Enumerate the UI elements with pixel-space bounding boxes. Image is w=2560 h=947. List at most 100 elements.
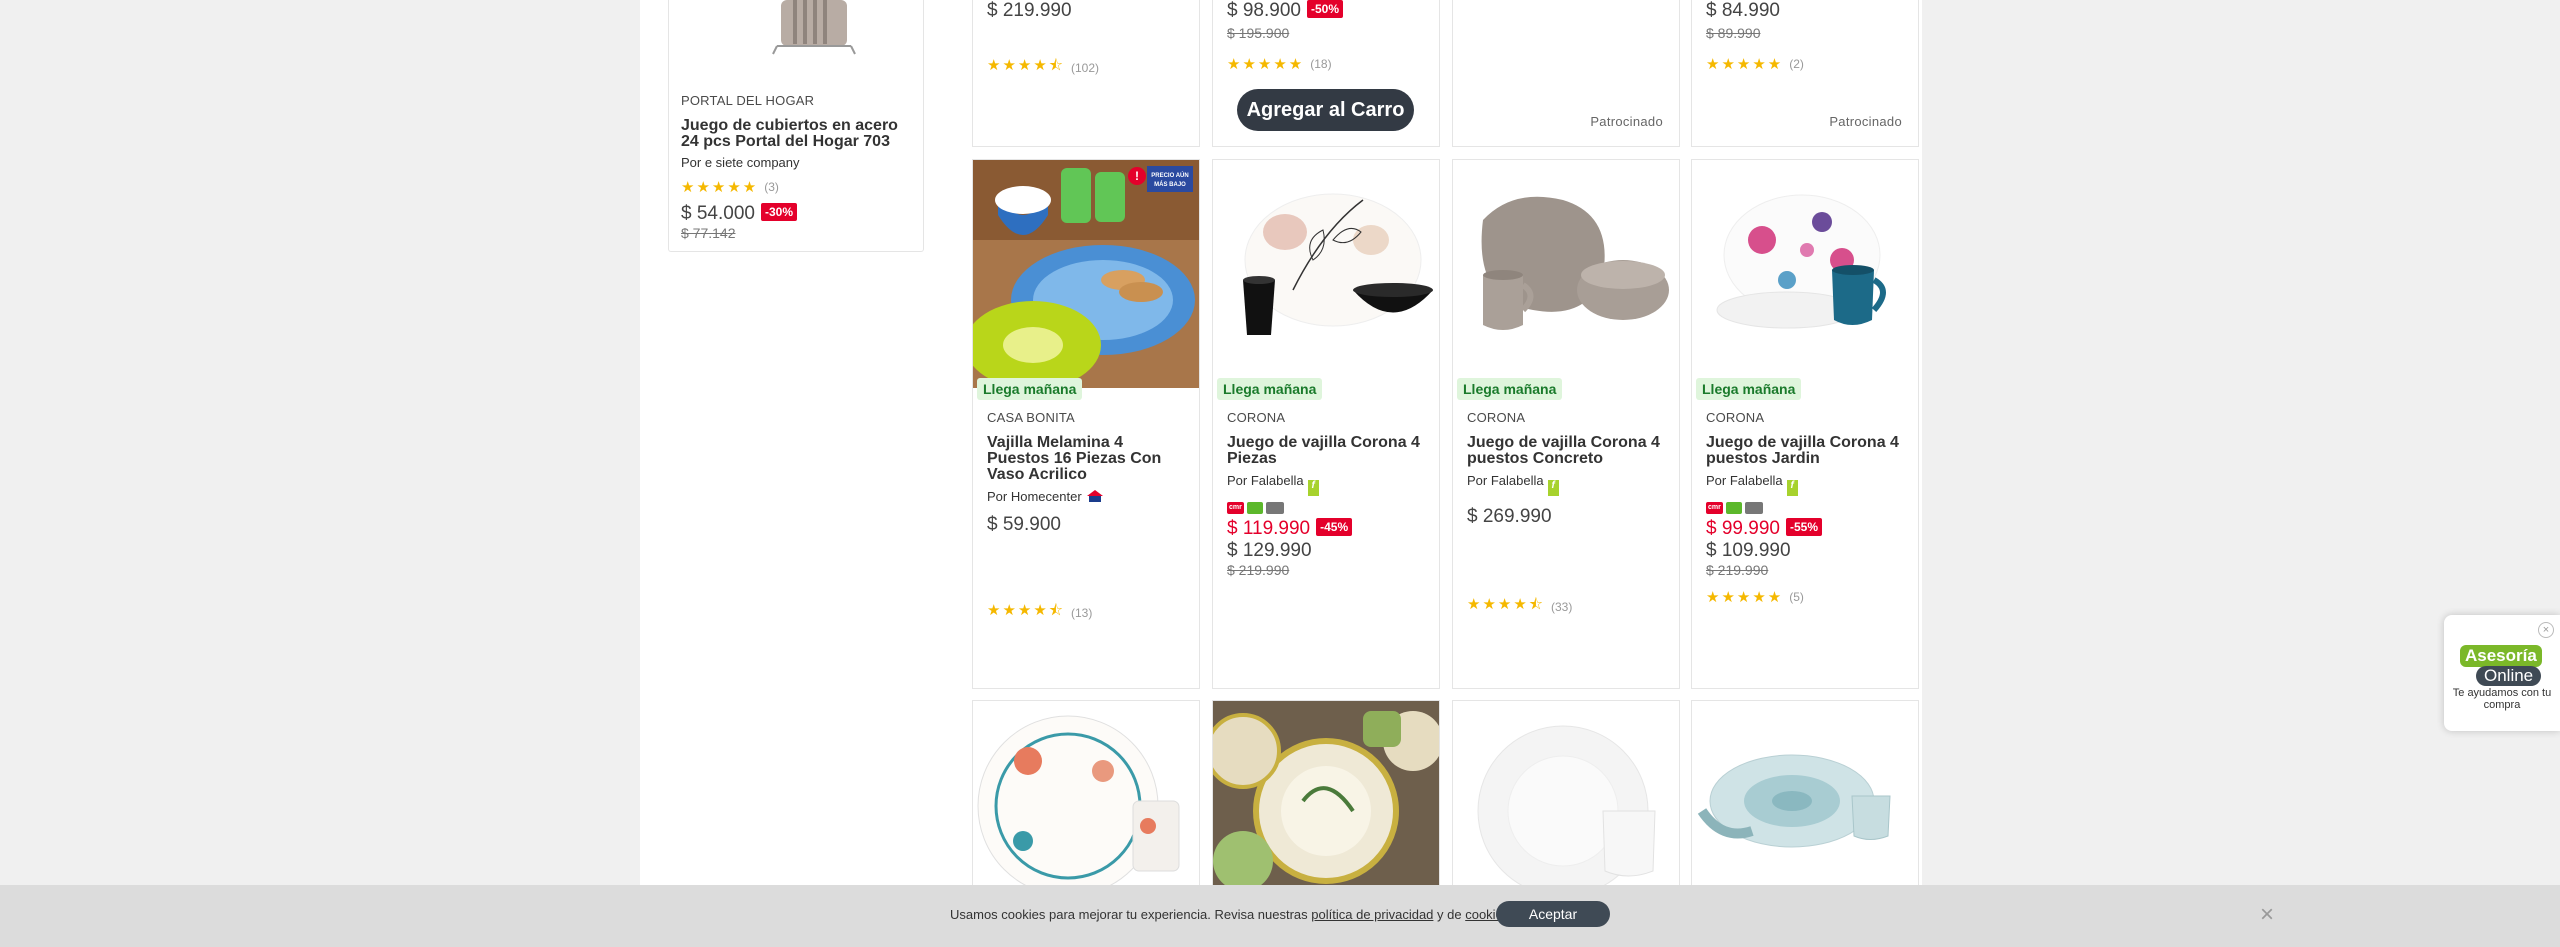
cmr-icon: cmr: [1706, 502, 1723, 514]
old-price: $ 195.900: [1227, 25, 1290, 41]
corona-garden-set-image: [1692, 160, 1918, 388]
cmr-price: $ 99.990: [1706, 518, 1780, 539]
product-seller: Por e siete company: [681, 155, 800, 170]
product-name[interactable]: Juego de cubiertos en acero 24 pcs Porta…: [681, 118, 917, 150]
price-tag-line1: PRECIO AÚN: [1151, 172, 1188, 179]
star-icons: ★★★★⯪: [987, 602, 1065, 619]
old-price: $ 77.142: [681, 225, 736, 241]
product-image[interactable]: ! PRECIO AÚN MÁS BAJO: [973, 160, 1199, 388]
product-name[interactable]: Vajilla Melamina 4 Puestos 16 Piezas Con…: [987, 435, 1189, 483]
cmr-icon: cmr: [1227, 502, 1244, 514]
chat-subtitle: Online: [2476, 666, 2542, 686]
product-name[interactable]: Juego de vajilla Corona 4 Piezas: [1227, 435, 1429, 467]
product-price: $ 54.000: [681, 203, 755, 224]
online-advice-widget[interactable]: × Asesoría Online Te ayudamos con tu com…: [2444, 615, 2560, 731]
product-price: $ 98.900: [1227, 0, 1301, 21]
close-icon[interactable]: ×: [2260, 901, 2274, 929]
seller-name: Por Homecenter: [987, 489, 1082, 504]
rating-count: (18): [1310, 57, 1332, 71]
cmr-price: $ 119.990: [1227, 518, 1311, 539]
rating-stars: ★★★★★ (3): [681, 178, 779, 196]
product-price: $ 59.900: [987, 514, 1061, 535]
rating-count: (5): [1789, 590, 1804, 604]
seller-name: Por Falabella: [1467, 473, 1544, 488]
rating-count: (3): [764, 180, 779, 194]
product-card[interactable]: Llega mañana CORONA Juego de vajilla Cor…: [1691, 159, 1919, 689]
product-price: $ 109.990: [1706, 540, 1791, 561]
corona-leaf-set-image: [1213, 160, 1439, 388]
cookie-text-2: y de: [1433, 907, 1466, 922]
product-image[interactable]: [1453, 701, 1679, 897]
product-seller: Por Falabella f: [1706, 473, 1908, 496]
delivery-badge: Llega mañana: [1217, 378, 1323, 400]
side-product-card[interactable]: PORTAL DEL HOGAR Juego de cubiertos en a…: [668, 0, 924, 252]
payment-logos: cmr: [1227, 502, 1429, 514]
rating-count: (102): [1071, 60, 1100, 75]
falabella-icon: f: [1547, 480, 1559, 496]
star-icons: ★★★★⯪: [1467, 596, 1545, 613]
add-to-cart-button[interactable]: Agregar al Carro: [1237, 89, 1414, 131]
chat-description: Te ayudamos con tu compra: [2452, 687, 2552, 711]
product-card[interactable]: Llega mañana CORONA Juego de vajilla Cor…: [1452, 159, 1680, 689]
star-icons: ★★★★★: [1706, 589, 1784, 606]
product-card[interactable]: Llega mañana CORONA Juego de vajilla Cor…: [1212, 159, 1440, 689]
product-card[interactable]: $ 84.990 $ 89.990 ★★★★★ (2) Patrocinado: [1691, 0, 1919, 147]
chat-close-icon[interactable]: ×: [2538, 622, 2554, 638]
delivery-badge: Llega mañana: [1696, 378, 1802, 400]
privacy-policy-link[interactable]: política de privacidad: [1311, 907, 1433, 922]
product-brand: CORONA: [1227, 410, 1286, 425]
falabella-icon: f: [1786, 480, 1798, 496]
star-icons: ★★★★★: [1227, 56, 1305, 73]
star-icons: ★★★★⯪: [987, 57, 1065, 74]
rating-stars: ★★★★★ (18): [1227, 55, 1332, 73]
homecenter-icon: [1086, 490, 1103, 502]
rating-stars: ★★★★★ (2): [1706, 55, 1804, 73]
product-image[interactable]: [1692, 701, 1918, 886]
payment-logos: cmr: [1706, 502, 1908, 514]
product-image[interactable]: [973, 701, 1199, 897]
star-icons: ★★★★★: [681, 179, 759, 196]
star-icons: ★★★★★: [1706, 56, 1784, 73]
chat-title: Asesoría: [2460, 645, 2542, 667]
product-price: $ 219.990: [987, 0, 1072, 21]
product-name[interactable]: Juego de vajilla Corona 4 puestos Jardin: [1706, 435, 1908, 467]
product-brand: PORTAL DEL HOGAR: [681, 93, 815, 108]
product-image[interactable]: [1205, 701, 1443, 891]
product-card[interactable]: ! PRECIO AÚN MÁS BAJO Llega mañana CASA …: [972, 159, 1200, 689]
product-card[interactable]: $ 219.990 ★★★★⯪ (102): [972, 0, 1200, 147]
melamine-dish-set-image: ! PRECIO AÚN MÁS BAJO: [973, 160, 1199, 388]
cookie-banner: Usamos cookies para mejorar tu experienc…: [0, 885, 2560, 947]
delivery-badge: Llega mañana: [977, 378, 1083, 400]
product-card[interactable]: Patrocinado: [1452, 0, 1680, 147]
product-image[interactable]: [1692, 160, 1918, 388]
sponsored-label: Patrocinado: [1590, 114, 1663, 129]
discount-badge: -45%: [1316, 518, 1353, 536]
product-name[interactable]: Juego de vajilla Corona 4 puestos Concre…: [1467, 435, 1669, 467]
rating-count: (2): [1789, 57, 1804, 71]
product-seller: Por Falabella f: [1227, 473, 1429, 496]
product-brand: CORONA: [1706, 410, 1765, 425]
product-price: $ 269.990: [1467, 506, 1552, 527]
rating-stars: ★★★★★ (5): [1706, 588, 1804, 606]
old-price: $ 219.990: [1227, 562, 1290, 578]
card-icon: [1725, 502, 1742, 514]
product-image[interactable]: [1453, 160, 1679, 388]
product-brand: CASA BONITA: [987, 410, 1075, 425]
card-icon: [1744, 502, 1763, 514]
accept-cookies-button[interactable]: Aceptar: [1496, 901, 1610, 927]
product-brand: CORONA: [1467, 410, 1526, 425]
corona-concrete-set-image: [1453, 160, 1679, 388]
product-seller: Por Homecenter: [987, 489, 1189, 504]
product-image[interactable]: [1213, 160, 1439, 388]
cookie-message: Usamos cookies para mejorar tu experienc…: [950, 907, 1513, 922]
rating-stars: ★★★★⯪ (13): [987, 600, 1092, 625]
discount-badge: -55%: [1785, 518, 1822, 536]
cutlery-rack-image: [772, 0, 856, 55]
rating-count: (33): [1551, 599, 1573, 614]
old-price: $ 89.990: [1706, 25, 1761, 41]
card-icon: [1265, 502, 1284, 514]
falabella-icon: f: [1307, 480, 1319, 496]
product-price: $ 129.990: [1227, 540, 1312, 561]
seller-name: Por Falabella: [1706, 473, 1783, 488]
rating-stars: ★★★★⯪ (102): [987, 55, 1099, 80]
